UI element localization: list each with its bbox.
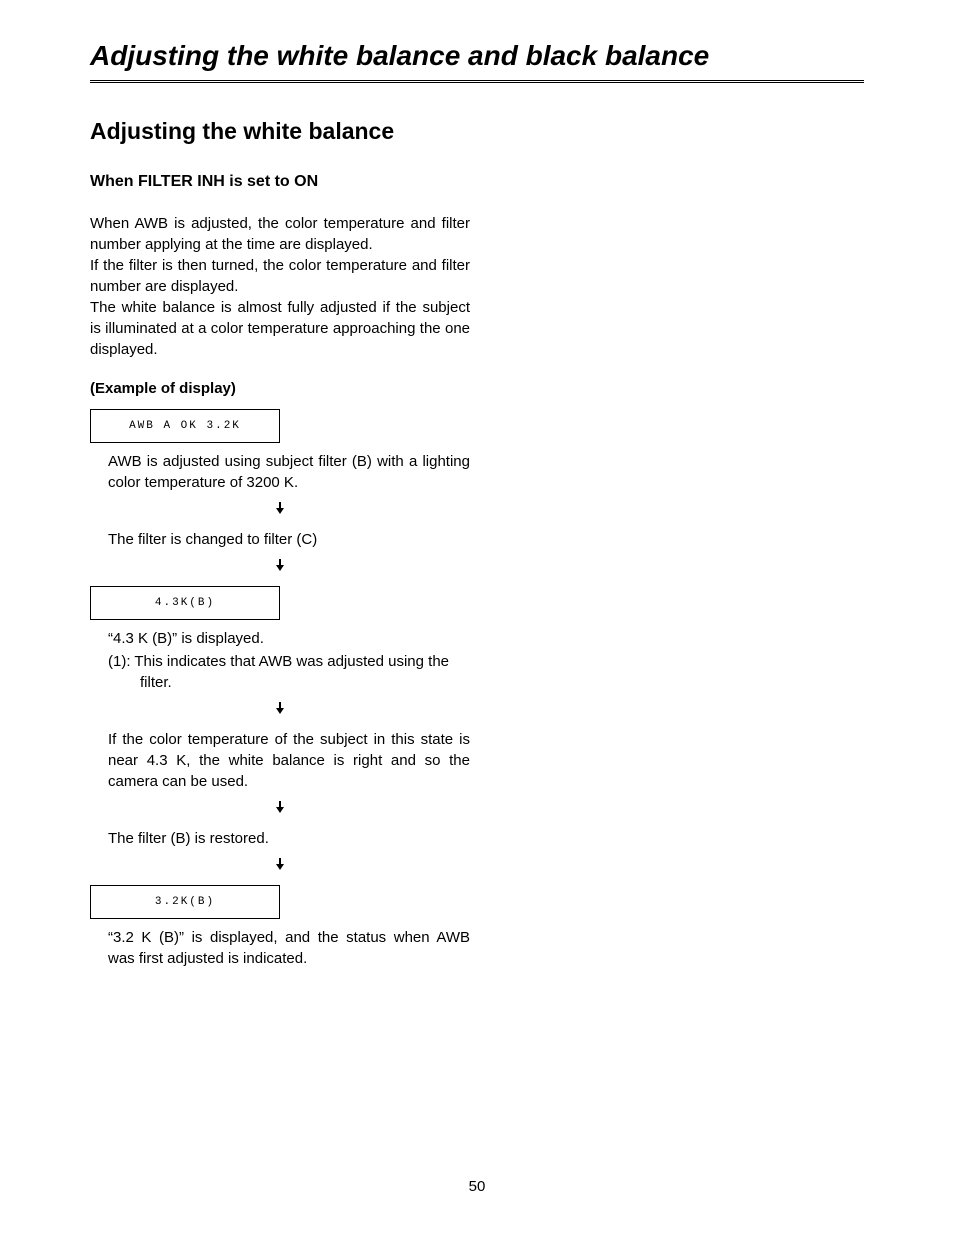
page-number: 50	[0, 1178, 954, 1195]
intro-p3: The white balance is almost fully adjust…	[90, 299, 470, 358]
content-column: When FILTER INH is set to ON When AWB is…	[90, 173, 470, 969]
intro-paragraph: When AWB is adjusted, the color temperat…	[90, 213, 470, 360]
display-box-1: AWB A OK 3.2K	[90, 409, 280, 443]
display-box-3: 3.2K(B)	[90, 885, 280, 919]
down-arrow-icon	[90, 857, 470, 873]
display-box-2: 4.3K(B)	[90, 586, 280, 620]
down-arrow-icon	[90, 701, 470, 717]
step-6-text: “3.2 K (B)” is displayed, and the status…	[108, 927, 470, 969]
intro-p2: If the filter is then turned, the color …	[90, 257, 470, 295]
page-title: Adjusting the white balance and black ba…	[90, 40, 864, 83]
step-1-text: AWB is adjusted using subject filter (B)…	[108, 451, 470, 493]
step-2-text: The filter is changed to filter (C)	[108, 529, 470, 550]
down-arrow-icon	[90, 501, 470, 517]
step-3b-text: (1): This indicates that AWB was adjuste…	[108, 651, 470, 693]
step-3a-text: “4.3 K (B)” is displayed.	[108, 628, 470, 649]
down-arrow-icon	[90, 800, 470, 816]
step-5-text: The filter (B) is restored.	[108, 828, 470, 849]
subsection-title: When FILTER INH is set to ON	[90, 173, 470, 191]
step-4-text: If the color temperature of the subject …	[108, 729, 470, 792]
example-label: (Example of display)	[90, 380, 470, 397]
down-arrow-icon	[90, 558, 470, 574]
intro-p1: When AWB is adjusted, the color temperat…	[90, 215, 470, 253]
section-title: Adjusting the white balance	[90, 118, 864, 145]
